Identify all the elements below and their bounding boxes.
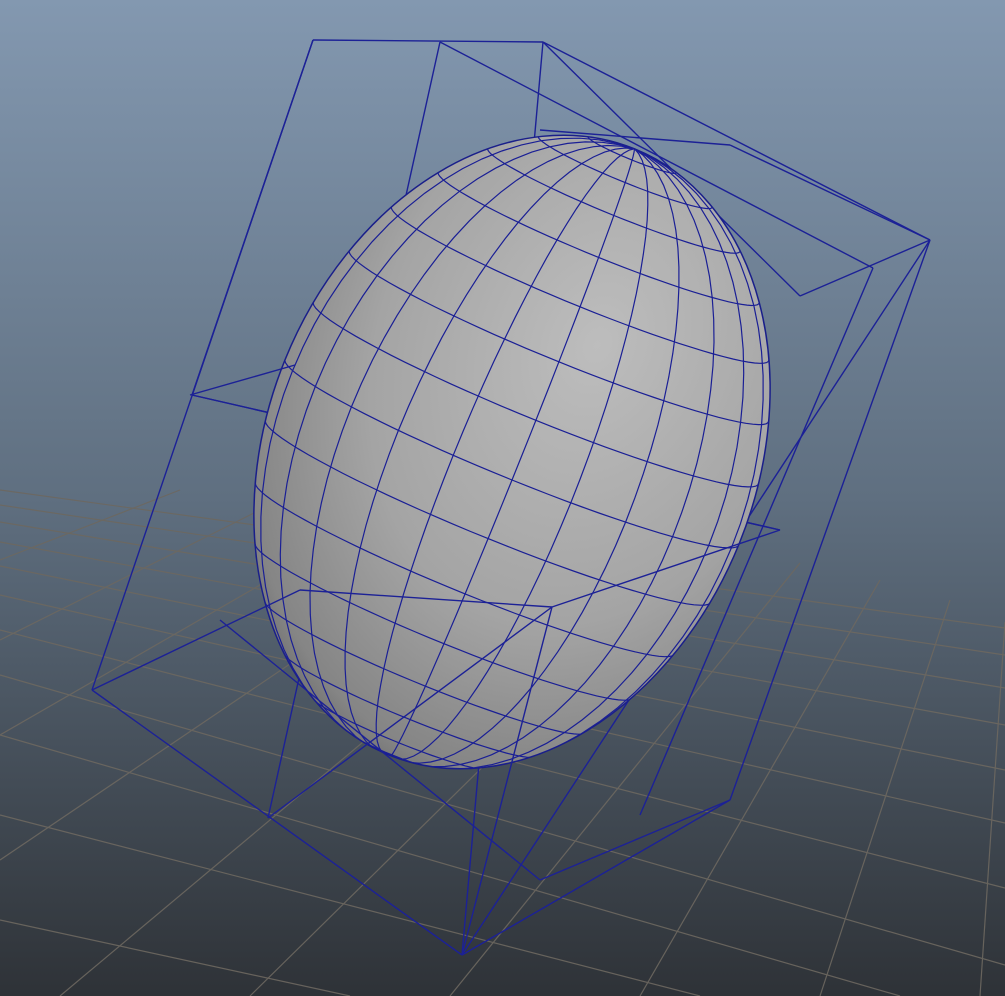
3d-viewport[interactable] [0,0,1005,996]
viewport-canvas[interactable] [0,0,1005,996]
